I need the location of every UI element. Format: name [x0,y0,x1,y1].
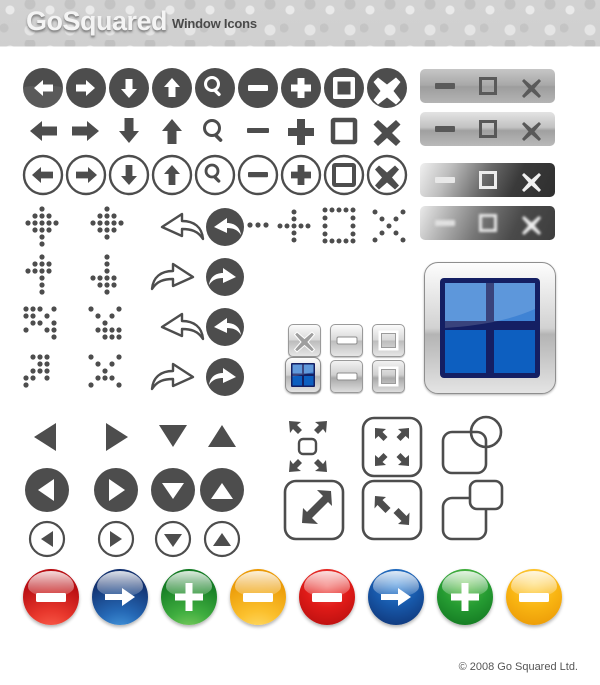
triangle-up-icon [208,425,236,447]
maximize-button[interactable] [465,163,510,197]
close-button[interactable] [509,163,554,197]
triangle-icon-grid[interactable] [25,415,244,558]
expand-four-arrows-icon [289,421,327,472]
maximize-button[interactable] [465,206,510,240]
icon-sheet: GoSquared Window Icons © 2008 Go Squared… [0,0,600,685]
orb-yellow-minus-2[interactable] [506,569,562,625]
dotted-x-icon [372,209,406,243]
four-pane-window-icon [291,363,315,387]
arrow-down-icon [121,165,137,185]
glossy-minimize-button-alt[interactable] [330,360,363,393]
dotted-ellipsis-icon [247,222,269,228]
dotted-arrow-up-icon [25,254,52,295]
curved-arrow-left-outline-icon [160,312,205,341]
dotted-diag-x-icon [23,354,50,388]
orb-red-minus-2[interactable] [299,569,355,625]
glossy-maximize-button-alt[interactable] [372,360,405,393]
orb-blue-arrow[interactable] [92,569,148,625]
plus-icon [288,119,314,145]
maximize-icon [333,77,355,99]
orb-red-minus[interactable] [23,569,79,625]
dotted-cross-icon [277,209,311,243]
search-icon [204,163,221,183]
nav-row-outline[interactable] [22,153,408,197]
page-header: GoSquared Window Icons [0,0,600,47]
triangle-left-icon [34,423,56,451]
arrow-right-icon [76,167,97,183]
glossy-maximize-button[interactable] [372,324,405,357]
brand-logo: GoSquared [26,6,168,36]
resize-icon-grid[interactable] [275,415,505,541]
maximize-button[interactable] [465,112,510,146]
minimize-button[interactable] [422,163,467,197]
dotted-move-cross-alt-icon [90,206,124,240]
window-bar-silver[interactable] [420,112,555,146]
windows-overlap-rounded-icon [441,479,504,541]
collapse-four-arrows-boxed-icon [361,416,423,478]
close-button[interactable] [509,206,554,240]
expand-diagonal-boxed-icon [283,479,345,541]
minus-icon [248,172,268,178]
curved-arrow-right-filled-icon [206,258,244,296]
close-icon [373,120,401,146]
collapse-diagonal-boxed-icon [361,479,423,541]
window-bar-light[interactable] [420,69,555,103]
dotted-move-cross-icon [25,206,59,247]
curved-arrow-left-filled-icon [206,308,244,346]
close-button[interactable] [509,69,554,103]
minimize-button[interactable] [422,206,467,240]
glossy-minimize-button[interactable] [330,324,363,357]
arrow-up-icon [164,165,181,185]
maximize-button[interactable] [465,69,510,103]
maximize-icon [330,117,358,145]
orb-yellow-minus[interactable] [230,569,286,625]
page-title: Window Icons [172,16,257,31]
close-icon [375,165,399,190]
dotted-arrow-down-icon [90,254,117,295]
triangle-right-icon [106,423,128,451]
four-pane-window-icon [440,278,540,378]
arrow-right-icon [72,121,99,141]
dotted-diag-x-alt-icon [88,354,122,388]
search-icon [203,119,223,142]
arrow-down-icon [119,118,139,143]
dotted-icon-grid[interactable] [22,205,272,400]
orb-green-plus[interactable] [161,569,217,625]
window-tile-large[interactable] [424,262,556,394]
curved-arrow-right-outline-icon [150,362,195,391]
maximize-icon [332,163,356,187]
triangle-down-icon [159,425,187,447]
arrow-left-icon [30,121,57,141]
close-button[interactable] [509,112,554,146]
dotted-diag-cross-alt-icon [88,306,122,340]
curved-arrow-left-filled-icon [206,208,244,246]
curved-arrow-right-filled-icon [206,358,244,396]
minimize-button[interactable] [422,112,467,146]
copyright-notice: © 2008 Go Squared Ltd. [458,661,578,673]
minus-icon [248,85,268,91]
curved-arrow-right-outline-icon [150,262,195,291]
arrow-up-icon [162,119,182,144]
nav-row-plain[interactable] [22,113,402,149]
windows-overlap-circle-icon [441,415,503,475]
orb-blue-arrow-2[interactable] [368,569,424,625]
dotted-diag-cross-icon [23,306,57,340]
nav-row-filled[interactable] [22,67,407,109]
minus-icon [247,128,269,133]
window-tile-small[interactable] [285,357,321,393]
orb-green-plus-2[interactable] [437,569,493,625]
arrow-left-icon [32,167,53,183]
plus-icon [291,165,311,185]
window-bar-dark[interactable] [420,163,555,197]
minimize-button[interactable] [422,69,467,103]
dotted-square-icon [322,207,356,244]
glossy-close-button[interactable] [288,324,321,357]
window-bar-dark-glow[interactable] [420,206,555,240]
dotted-shape-group[interactable] [277,207,410,250]
curved-arrow-left-outline-icon [160,212,205,241]
